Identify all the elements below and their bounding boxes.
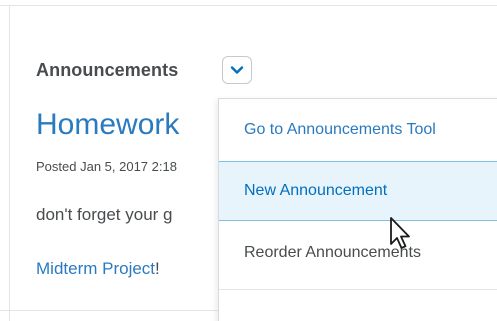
menu-item-go-to-announcements-tool[interactable]: Go to Announcements Tool [219,99,497,161]
announcement-title[interactable]: Homework [36,108,179,142]
menu-item-new-announcement[interactable]: New Announcement [219,161,497,221]
link-suffix: ! [155,259,160,278]
announcement-body: don't forget your g [36,205,173,224]
announcements-widget: Announcements Homework Posted Jan 5, 201… [0,0,497,321]
announcement-link-line: Midterm Project! [36,259,160,279]
widget-menu-button[interactable] [222,56,252,84]
menu-divider [219,289,497,290]
frame-border-top [0,5,497,6]
frame-border-left [9,5,10,321]
chevron-down-icon [230,66,244,74]
menu-item-label: New Announcement [244,182,388,199]
menu-item-reorder-announcements[interactable]: Reorder Announcements [219,222,497,284]
menu-item-label: Reorder Announcements [244,244,421,261]
announcement-posted-date: Posted Jan 5, 2017 2:18 [36,159,177,174]
midterm-project-link[interactable]: Midterm Project [36,259,155,278]
widget-title: Announcements [36,60,179,80]
widget-dropdown-menu: Go to Announcements Tool New Announcemen… [218,98,497,321]
menu-item-label: Go to Announcements Tool [244,121,436,138]
